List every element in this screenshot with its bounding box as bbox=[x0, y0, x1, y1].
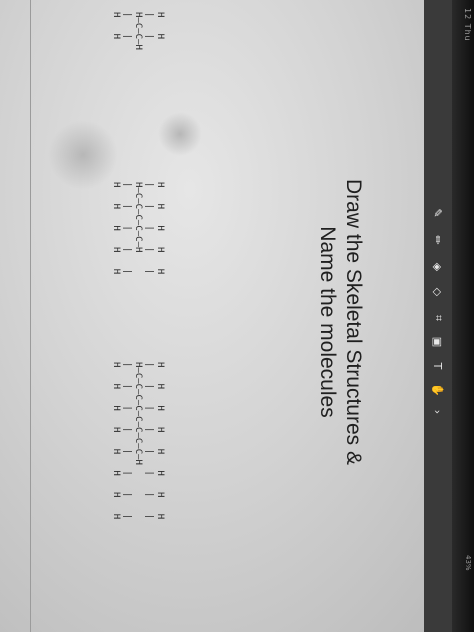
molecule-pentane: H H H H H | | | | | H—C—C—C—C—C—H | | | … bbox=[111, 182, 165, 275]
text-icon[interactable]: T bbox=[430, 358, 446, 374]
drawing-toolbar: ✎ ✏ ◈ ◇ ⌗ ▣ T ✋ › bbox=[424, 0, 452, 632]
status-date: 12 Thu bbox=[463, 8, 472, 42]
molecule-octane: H H H H H H H H | | | | | | | | H—C—C—C—… bbox=[111, 362, 165, 520]
highlighter-icon[interactable]: ✏ bbox=[430, 232, 446, 248]
slide-title: Draw the Skeletal Structures & Name the … bbox=[314, 12, 366, 632]
eraser-icon[interactable]: ◈ bbox=[430, 259, 446, 275]
title-line-1: Draw the Skeletal Structures & bbox=[342, 179, 365, 465]
battery-status: 43% bbox=[464, 555, 472, 571]
hand-icon[interactable]: ✋ bbox=[430, 382, 446, 398]
chevron-icon[interactable]: › bbox=[430, 404, 446, 420]
molecule-ethane: H H | | H—C—C—H | | H H bbox=[111, 12, 165, 50]
device-bezel: 12 Thu 43% bbox=[452, 0, 474, 632]
lasso-icon[interactable]: ⌗ bbox=[430, 310, 446, 326]
image-icon[interactable]: ▣ bbox=[430, 334, 446, 350]
title-line-2: Name the molecules bbox=[316, 226, 339, 418]
shapes-icon[interactable]: ◇ bbox=[430, 284, 446, 300]
pen-icon[interactable]: ✎ bbox=[430, 205, 446, 221]
slide-canvas: Draw the Skeletal Structures & Name the … bbox=[0, 12, 420, 632]
screen: Draw the Skeletal Structures & Name the … bbox=[0, 0, 474, 632]
